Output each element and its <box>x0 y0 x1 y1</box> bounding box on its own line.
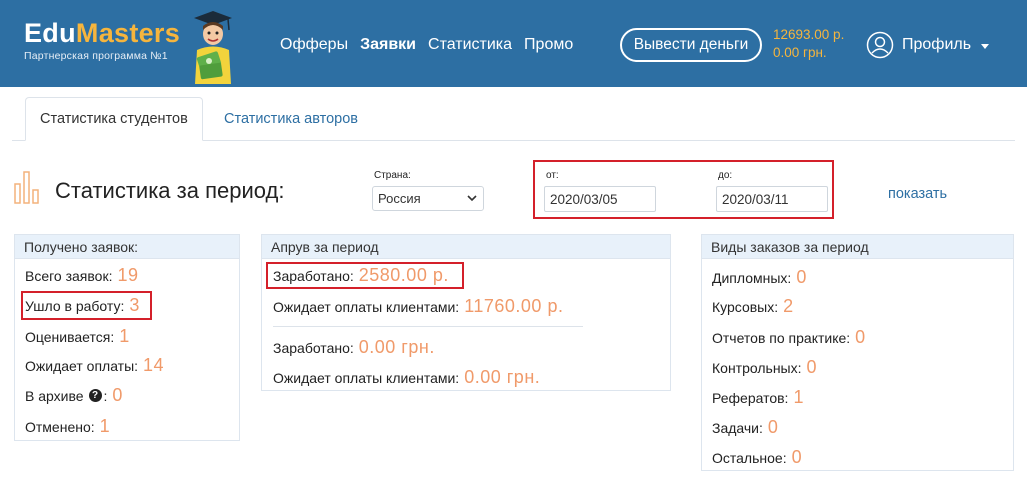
row-label: Остальное: <box>712 450 787 466</box>
approve-panel-title: Апрув за период <box>262 235 670 259</box>
row-label: Рефератов: <box>712 390 789 406</box>
user-icon <box>866 31 894 59</box>
mascot-icon <box>194 11 232 84</box>
top-header: EduMasters Партнерская программа №1 Оффе… <box>0 0 1027 87</box>
row-label: Ожидает оплаты: <box>25 358 139 374</box>
nav-requests[interactable]: Заявки <box>360 36 416 54</box>
orders-panel-title: Виды заказов за период <box>702 235 1013 259</box>
orders-row-essays: Рефератов: 1 <box>712 387 804 408</box>
orders-row-practice-reports: Отчетов по практике: 0 <box>712 327 866 348</box>
from-label: от: <box>546 170 559 181</box>
row-label: В архиве <box>25 388 84 404</box>
received-row-total: Всего заявок: 19 <box>25 265 139 286</box>
orders-row-other: Остальное: 0 <box>712 447 802 468</box>
approve-row-earned-uah: Заработано: 0.00 грн. <box>273 337 435 358</box>
balance-rub: 12693.00 р. <box>773 27 845 42</box>
row-label: Задачи: <box>712 420 763 436</box>
row-suffix: : <box>103 388 108 404</box>
orders-row-coursework: Курсовых: 2 <box>712 296 794 317</box>
row-value: 0 <box>112 385 123 405</box>
row-label: Курсовых: <box>712 299 779 315</box>
approve-row-awaiting-uah: Ожидает оплаты клиентами: 0.00 грн. <box>273 367 540 388</box>
orders-row-tests: Контрольных: 0 <box>712 357 817 378</box>
caret-down-icon <box>981 43 990 49</box>
row-value: 2 <box>783 296 794 316</box>
orders-row-tasks: Задачи: 0 <box>712 417 778 438</box>
orders-row-diploma: Дипломных: 0 <box>712 267 807 288</box>
logo[interactable]: EduMasters Партнерская программа №1 <box>24 18 180 62</box>
chevron-down-icon <box>467 195 477 202</box>
row-value: 0 <box>791 447 803 467</box>
tab-authors-stats[interactable]: Статистика авторов <box>210 97 372 141</box>
row-label: Контрольных: <box>712 360 802 376</box>
logo-edu-text: Edu <box>24 18 76 48</box>
row-value: 0 <box>855 327 866 347</box>
row-label: Ожидает оплаты клиентами: <box>273 370 460 386</box>
row-value: 19 <box>117 265 139 285</box>
received-row-evaluating: Оценивается: 1 <box>25 326 130 347</box>
row-value: 0 <box>806 357 818 377</box>
row-label: Дипломных: <box>712 270 792 286</box>
balance-uah: 0.00 грн. <box>773 45 827 60</box>
row-value: 11760.00 р. <box>464 296 564 316</box>
row-label: Всего заявок: <box>25 268 113 284</box>
country-value: Россия <box>378 191 421 206</box>
date-to-input[interactable]: 2020/03/11 <box>716 186 828 212</box>
main-nav: Офферы Заявки Статистика Промо <box>280 36 573 54</box>
stats-tabs: Статистика студентов Статистика авторов <box>12 97 1015 141</box>
earned-highlight <box>266 262 464 289</box>
nav-promo[interactable]: Промо <box>524 36 573 54</box>
row-label: Заработано: <box>273 340 354 356</box>
row-label: Отчетов по практике: <box>712 330 851 346</box>
profile-menu[interactable]: Профиль <box>866 31 990 59</box>
date-from-input[interactable]: 2020/03/05 <box>544 186 656 212</box>
row-value: 1 <box>793 387 804 407</box>
tab-students-stats[interactable]: Статистика студентов <box>25 97 203 141</box>
row-value: 14 <box>143 355 165 375</box>
row-label: Оценивается: <box>25 329 115 345</box>
logo-title: EduMasters <box>24 18 180 48</box>
row-value: 1 <box>99 416 111 436</box>
nav-statistics[interactable]: Статистика <box>428 36 512 54</box>
received-row-awaiting-payment: Ожидает оплаты: 14 <box>25 355 164 376</box>
divider <box>273 326 583 327</box>
question-icon[interactable]: ? <box>88 389 102 402</box>
country-label: Страна: <box>374 170 411 181</box>
row-value: 0.00 грн. <box>358 337 435 357</box>
received-row-cancelled: Отменено: 1 <box>25 416 110 437</box>
page-title: Статистика за период: <box>55 178 285 203</box>
row-value: 0 <box>796 267 807 287</box>
profile-label: Профиль <box>902 36 972 53</box>
row-label: Ожидает оплаты клиентами: <box>273 299 460 315</box>
row-value: 0.00 грн. <box>464 367 541 387</box>
row-value: 0 <box>767 417 779 437</box>
received-row-archive: В архиве?:0 <box>25 385 123 406</box>
nav-offers[interactable]: Офферы <box>280 36 348 54</box>
row-value: 1 <box>119 326 130 346</box>
balance: 12693.00 р. 0.00 грн. <box>773 26 844 62</box>
in-work-highlight <box>21 291 152 320</box>
logo-masters-text: Masters <box>75 18 181 48</box>
withdraw-button[interactable]: Вывести деньги <box>620 28 762 62</box>
approve-row-awaiting-rub: Ожидает оплаты клиентами: 11760.00 р. <box>273 296 563 317</box>
country-select[interactable]: Россия <box>372 186 484 211</box>
logo-subtitle: Партнерская программа №1 <box>24 50 168 62</box>
show-link[interactable]: показать <box>888 186 947 202</box>
to-label: до: <box>718 170 733 181</box>
row-label: Отменено: <box>25 419 95 435</box>
received-panel-title: Получено заявок: <box>15 235 239 259</box>
bar-chart-icon <box>14 171 39 204</box>
